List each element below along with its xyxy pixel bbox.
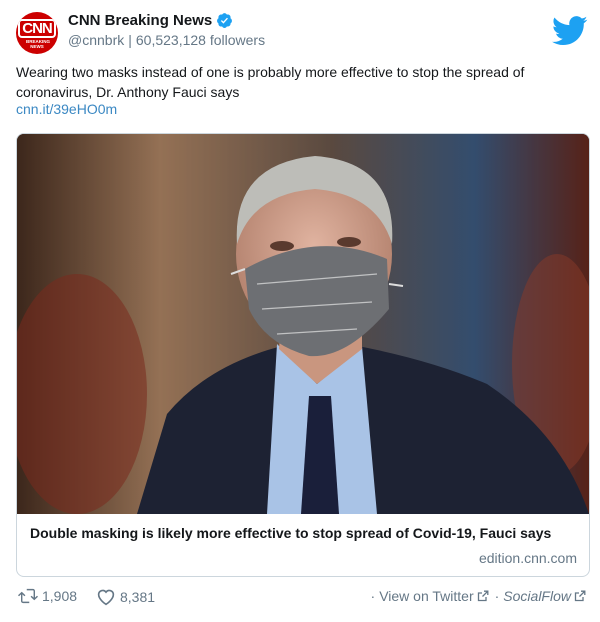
tweet-text: Wearing two masks instead of one is prob… [16, 64, 525, 100]
footer-dot: · [370, 588, 376, 604]
card-domain[interactable]: edition.cnn.com [479, 550, 577, 566]
external-link-icon [574, 590, 586, 602]
external-link-icon [477, 590, 489, 602]
retweet-action[interactable]: 1,908 [18, 588, 77, 604]
avatar[interactable]: CNN BREAKING NEWS [16, 12, 58, 54]
display-name[interactable]: CNN Breaking News [68, 12, 212, 29]
cnn-logo-subtext: BREAKING NEWS [26, 39, 51, 49]
cnn-logo-text: CNN [18, 19, 56, 38]
source-link[interactable]: SocialFlow [503, 588, 571, 604]
verified-badge-icon [217, 13, 233, 28]
view-on-twitter-link[interactable]: View on Twitter [379, 588, 473, 604]
tweet-footer: 1,908 8,381 · View on Twitter · SocialFl… [16, 588, 588, 610]
like-count: 8,381 [120, 589, 156, 605]
handle-separator: | [128, 32, 132, 48]
card-title[interactable]: Double masking is likely more effective … [30, 525, 580, 541]
follower-count: 60,523,128 followers [135, 32, 266, 48]
card-image[interactable] [17, 134, 589, 514]
embedded-tweet: CNN BREAKING NEWS CNN Breaking News @cnn… [0, 0, 600, 622]
twitter-bird-icon[interactable] [552, 16, 588, 46]
retweet-icon [18, 588, 38, 604]
retweet-count: 1,908 [42, 588, 78, 604]
link-card[interactable]: Double masking is likely more effective … [16, 133, 590, 577]
like-action[interactable]: 8,381 [96, 588, 155, 606]
tweet-link[interactable]: cnn.it/39eHO0m [16, 101, 117, 117]
footer-links: · View on Twitter · SocialFlow [367, 588, 588, 604]
footer-dot-2: · [494, 588, 500, 604]
card-photo [17, 134, 589, 514]
handle[interactable]: @cnnbrk [68, 32, 124, 48]
name-row: CNN Breaking News [68, 12, 233, 29]
handle-row: @cnnbrk | 60,523,128 followers [68, 32, 265, 48]
heart-icon [97, 589, 115, 606]
